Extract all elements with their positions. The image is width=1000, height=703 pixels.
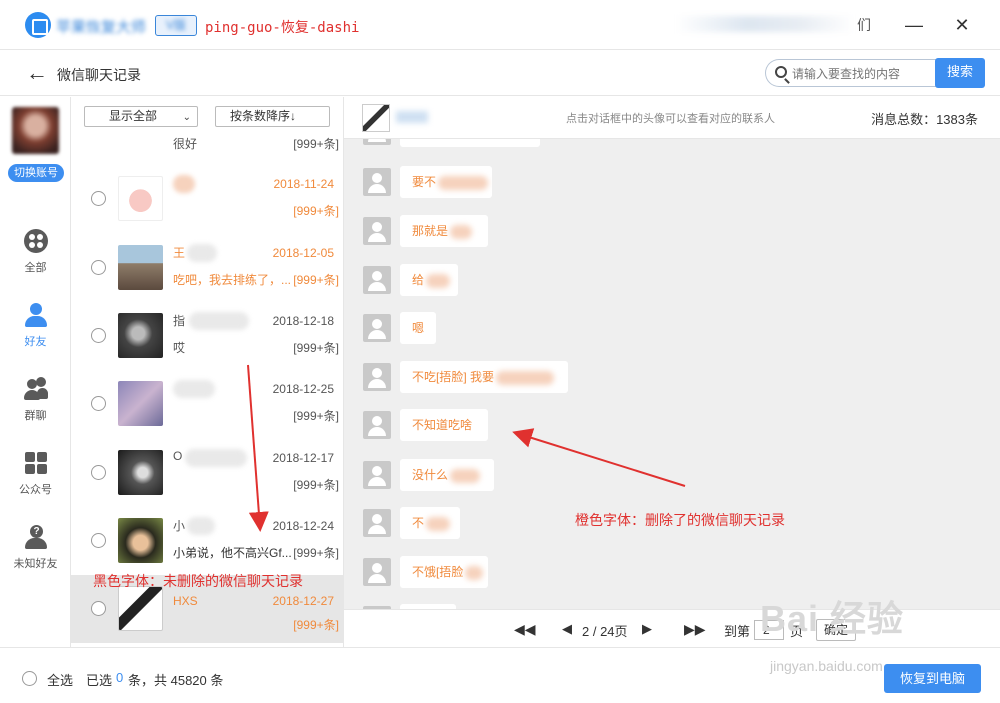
annotation-black-text: 黑色字体：未删除的微信聊天记录 bbox=[93, 573, 303, 589]
annotation-orange-text: 橙色字体：删除了的微信聊天记录 bbox=[575, 512, 785, 528]
annotation-arrow-black bbox=[247, 364, 269, 532]
baidu-watermark-url: jingyan.baidu.com bbox=[770, 658, 883, 674]
baidu-watermark-logo: Bai 经验 bbox=[760, 598, 905, 639]
annotation-arrow-orange bbox=[512, 428, 686, 487]
